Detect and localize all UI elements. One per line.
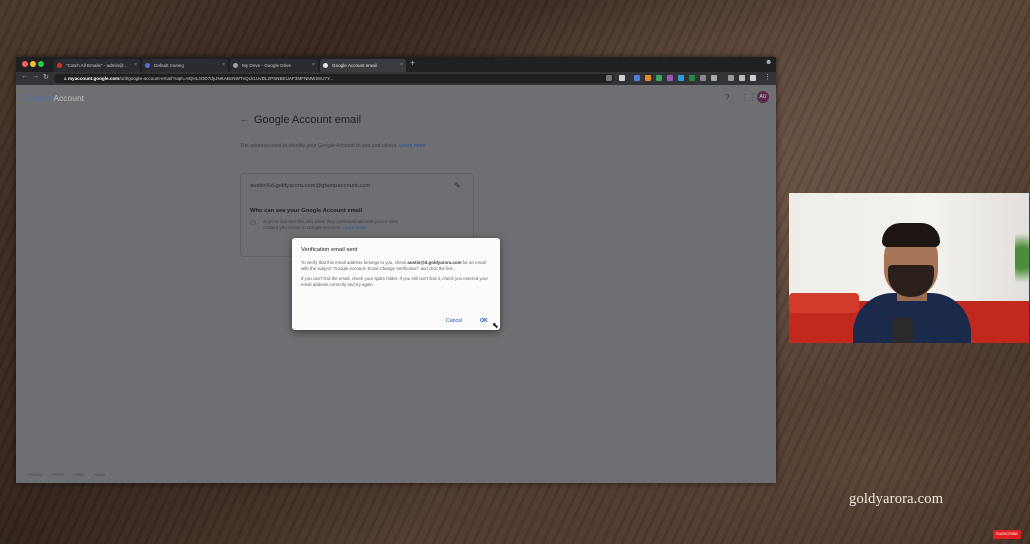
- dialog-body: To verify that this email address belong…: [301, 260, 491, 292]
- url-input[interactable]: 🔒︎ myaccount.google.com/u/3/google-accou…: [54, 74, 614, 83]
- tab-google-account-email[interactable]: Google Account email ×: [320, 59, 406, 72]
- tab-label: My Drive - Google Drive: [242, 63, 292, 68]
- tab-bar: "Catch All Emails" - admin@... × Default…: [16, 57, 776, 72]
- tab-catch-all-emails[interactable]: "Catch All Emails" - admin@... ×: [54, 59, 140, 72]
- reload-icon[interactable]: ↻: [43, 73, 49, 81]
- account-email: austin%d.goldyarora.com@gtempaccount.com: [250, 183, 371, 189]
- google-account-logo[interactable]: Google Account: [24, 93, 84, 103]
- logo-google: Google: [24, 93, 52, 103]
- extension-icon[interactable]: [667, 75, 673, 81]
- footer-help-link[interactable]: Help: [75, 472, 84, 477]
- help-icon[interactable]: ?: [725, 93, 729, 102]
- account-page: Google Account ? ⋮⋮ AU ← Google Account …: [16, 85, 776, 483]
- extension-icon[interactable]: [656, 75, 662, 81]
- extension-icon[interactable]: [750, 75, 756, 81]
- dialog-text: To verify that this email address belong…: [301, 260, 407, 265]
- back-arrow-icon[interactable]: ←: [21, 73, 28, 80]
- url-path: /u/3/google-account-email?rapt=AEjHL4OD7…: [119, 76, 334, 81]
- page-title: Google Account email: [254, 114, 362, 126]
- footer-privacy-link[interactable]: Privacy: [28, 472, 42, 477]
- who-desc-text: Anyone can see this info when they commu…: [263, 219, 398, 231]
- dialog-email: austin@d.goldyarora.com: [407, 260, 462, 265]
- cancel-button[interactable]: Cancel: [446, 318, 462, 324]
- forward-arrow-icon[interactable]: →: [32, 73, 39, 80]
- extension-icon[interactable]: [711, 75, 717, 81]
- description-text: The address used to identify your Google…: [240, 143, 398, 149]
- page-footer: Privacy Terms Help About: [28, 472, 114, 477]
- url-host: myaccount.google.com: [67, 76, 120, 81]
- key-icon[interactable]: [606, 75, 612, 81]
- star-icon[interactable]: [619, 75, 625, 81]
- ok-button[interactable]: OK: [480, 318, 488, 324]
- who-learn-more-link[interactable]: Learn more: [342, 225, 366, 230]
- extension-icon[interactable]: [634, 75, 640, 81]
- extension-icon[interactable]: [700, 75, 706, 81]
- tab-label: Google Account email: [332, 63, 377, 68]
- gmail-favicon-icon: [57, 63, 62, 68]
- extension-icon[interactable]: [728, 75, 734, 81]
- tab-default-routing[interactable]: Default routing ×: [142, 59, 228, 72]
- extension-icon[interactable]: [739, 75, 745, 81]
- red-cushion: [789, 293, 859, 313]
- tab-label: "Catch All Emails" - admin@...: [66, 63, 128, 68]
- webcam-overlay: [789, 193, 1029, 343]
- dialog-title: Verification email sent: [301, 247, 358, 253]
- edit-pencil-icon[interactable]: ✎: [454, 181, 461, 190]
- extension-icon[interactable]: [689, 75, 695, 81]
- browser-window: "Catch All Emails" - admin@... × Default…: [16, 57, 776, 483]
- youtube-subscribe-badge[interactable]: SUBSCRIBE: [993, 530, 1021, 539]
- logo-account: Account: [53, 93, 85, 103]
- tab-my-drive[interactable]: My Drive - Google Drive ×: [230, 59, 318, 72]
- verification-dialog: Verification email sent To verify that t…: [292, 238, 500, 330]
- footer-terms-link[interactable]: Terms: [53, 472, 65, 477]
- browser-menu-icon[interactable]: ⋮: [764, 73, 771, 81]
- learn-more-link[interactable]: Learn more: [399, 143, 426, 149]
- address-bar: ← → ↻ 🔒︎ myaccount.google.com/u/3/google…: [16, 72, 776, 85]
- footer-about-link[interactable]: About: [94, 472, 105, 477]
- who-can-see-description: Anyone can see this info when they commu…: [263, 219, 413, 232]
- people-icon: ⚇: [250, 220, 257, 227]
- channel-watermark: goldyarora.com: [849, 491, 944, 507]
- mouse-cursor-icon: ⬉: [492, 321, 499, 330]
- close-tab-icon[interactable]: ×: [312, 59, 315, 72]
- minimize-window-dot[interactable]: [30, 61, 36, 67]
- close-window-dot[interactable]: [22, 61, 28, 67]
- microphone: [891, 317, 913, 343]
- maximize-window-dot[interactable]: [38, 61, 44, 67]
- close-tab-icon[interactable]: ×: [134, 59, 137, 72]
- extension-icon[interactable]: [678, 75, 684, 81]
- close-tab-icon[interactable]: ×: [222, 59, 225, 72]
- extension-icon[interactable]: [645, 75, 651, 81]
- admin-favicon-icon: [145, 63, 150, 68]
- avatar[interactable]: AU: [757, 91, 769, 103]
- who-can-see-heading: Who can see your Google Account email: [250, 208, 363, 214]
- close-tab-icon[interactable]: ×: [400, 59, 403, 72]
- apps-grid-icon[interactable]: ⋮⋮: [741, 93, 757, 102]
- lock-icon: 🔒︎: [64, 76, 67, 82]
- page-description: The address used to identify your Google…: [240, 142, 445, 150]
- back-arrow-icon[interactable]: ←: [240, 114, 249, 124]
- dialog-text-spam: If you can't find the email, check your …: [301, 275, 488, 288]
- google-favicon-icon: [323, 63, 328, 68]
- drive-favicon-icon: [233, 63, 238, 68]
- profile-menu-icon[interactable]: ☻: [765, 59, 772, 66]
- presenter-hair: [882, 223, 940, 247]
- plant: [1015, 223, 1029, 293]
- tab-label: Default routing: [154, 63, 184, 68]
- new-tab-button[interactable]: +: [410, 58, 415, 68]
